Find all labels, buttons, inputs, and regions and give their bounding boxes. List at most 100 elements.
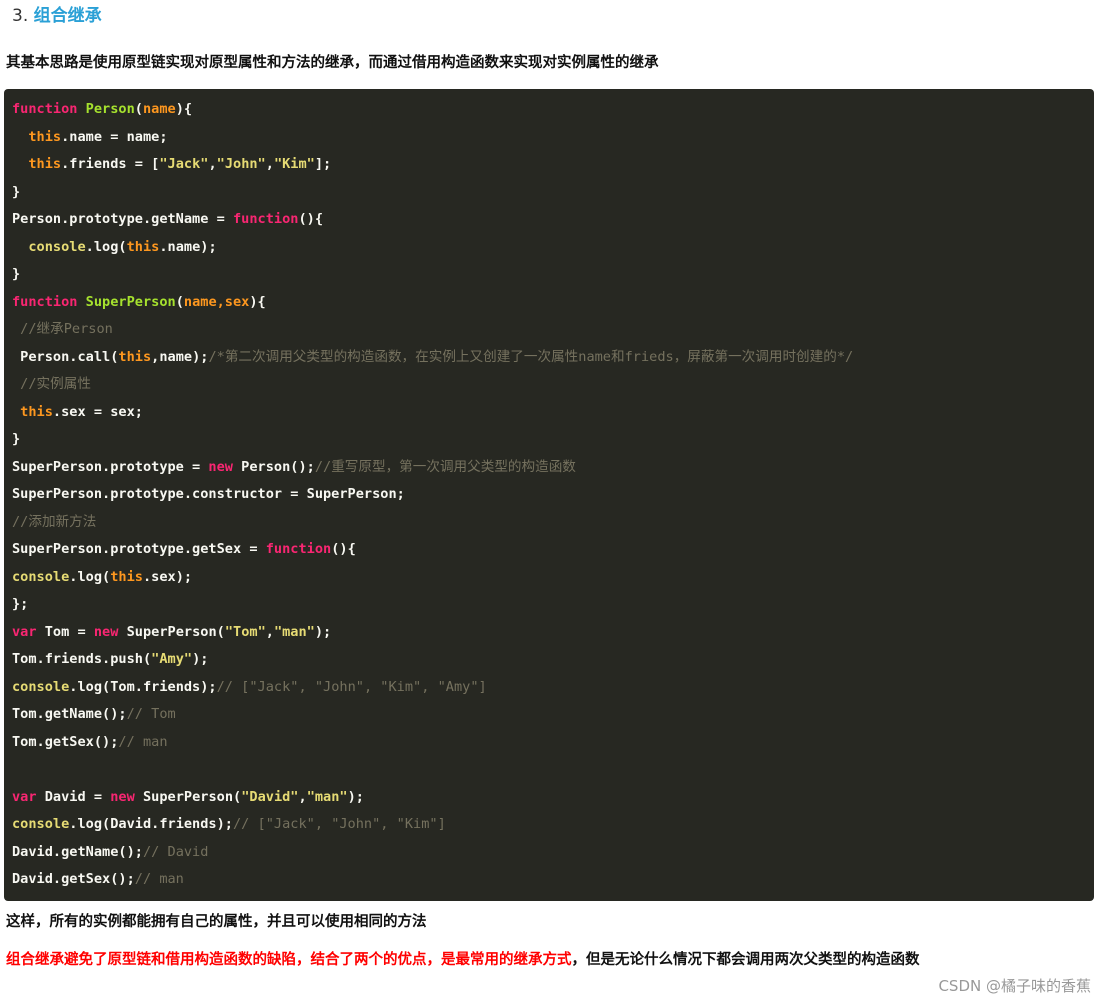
code-token: // ["Jack", "John", "Kim"]: [232, 816, 446, 832]
code-token: function: [265, 541, 332, 557]
code-line: David.getSex();// man: [12, 866, 184, 894]
code-token: );: [347, 788, 364, 805]
code-line: Tom.friends.push("Amy");: [12, 646, 208, 674]
code-token: }: [12, 266, 21, 282]
code-line: var Tom = new SuperPerson("Tom","man");: [12, 619, 331, 647]
code-token: .log(: [69, 568, 111, 585]
code-line: }: [12, 426, 20, 454]
code-token: ,: [265, 156, 274, 172]
code-token: this: [28, 156, 62, 172]
code-token: (: [134, 101, 143, 117]
code-token: (){: [298, 211, 324, 227]
code-token: "David": [241, 788, 299, 805]
code-token: console: [12, 678, 70, 695]
watermark: CSDN @橘子味的香蕉: [938, 977, 1091, 995]
code-line: Tom.getName();// Tom: [12, 701, 176, 729]
code-token: SuperPerson.prototype =: [12, 458, 209, 475]
code-line: SuperPerson.prototype = new Person();//重…: [12, 454, 576, 482]
summary-paragraph: 这样，所有的实例都能拥有自己的属性，并且可以使用相同的方法: [6, 914, 427, 930]
code-token: "man": [306, 788, 348, 805]
code-token: ,name);: [151, 348, 209, 365]
code-line: var David = new SuperPerson("David","man…: [12, 784, 364, 812]
code-line: }: [12, 261, 20, 289]
code-line: this.name = name;: [12, 124, 168, 152]
code-token: //添加新方法: [12, 513, 97, 530]
code-line: //实例属性: [12, 371, 91, 399]
code-token: ){: [249, 293, 266, 310]
code-token: .name);: [159, 238, 217, 255]
code-line: this.sex = sex;: [12, 399, 143, 427]
code-token: SuperPerson: [85, 293, 176, 310]
code-token: SuperPerson.prototype.constructor = Supe…: [12, 486, 405, 502]
code-token: "Jack": [159, 156, 209, 172]
code-token: }: [12, 431, 21, 447]
code-token: David =: [36, 788, 111, 805]
code-block: function Person(name){ this.name = name;…: [4, 89, 1094, 901]
code-line: Tom.getSex();// man: [12, 729, 168, 757]
code-token: .log(Tom.friends);: [69, 678, 217, 695]
code-token: this: [118, 348, 152, 365]
code-token: name,sex: [183, 293, 250, 310]
code-token: ,: [298, 788, 307, 805]
code-token: // Tom: [126, 706, 176, 722]
code-token: console: [28, 238, 86, 255]
code-line: //添加新方法: [12, 509, 96, 537]
code-token: ];: [314, 156, 332, 172]
code-token: ,: [208, 156, 217, 172]
code-token: console: [12, 816, 70, 832]
code-token: David.getSex();: [12, 871, 135, 887]
code-line: function SuperPerson(name,sex){: [12, 289, 266, 317]
code-line: this.friends = ["Jack","John","Kim"];: [12, 151, 331, 179]
code-token: function: [12, 293, 86, 310]
code-token: //继承Person: [12, 321, 113, 337]
code-token: .log(: [85, 238, 127, 255]
code-token: SuperPerson(: [134, 788, 242, 805]
section-heading: 3. 组合继承: [12, 4, 102, 28]
code-token: "Kim": [273, 156, 315, 172]
section-title: 组合继承: [33, 6, 102, 26]
code-token: );: [314, 623, 332, 640]
code-token: SuperPerson(: [118, 623, 225, 640]
code-token: //实例属性: [12, 376, 91, 392]
code-line: console.log(Tom.friends);// ["Jack", "Jo…: [12, 674, 487, 702]
code-token: function: [232, 211, 299, 227]
code-line: Person.call(this,name);/*第二次调用父类型的构造函数，在…: [12, 344, 853, 372]
code-token: Person.prototype.getName =: [12, 211, 233, 227]
code-token: "John": [216, 156, 266, 172]
code-line: //继承Person: [12, 316, 113, 344]
conclusion-paragraph: 组合继承避免了原型链和借用构造函数的缺陷，结合了两个的优点，是最常用的继承方式，…: [6, 944, 1101, 977]
code-token: ,: [265, 623, 274, 640]
code-token: );: [192, 651, 209, 667]
code-token: .name = name;: [61, 128, 168, 145]
code-token: SuperPerson.prototype.getSex =: [12, 541, 266, 557]
code-token: Tom =: [36, 623, 94, 640]
code-token: Tom.getSex();: [12, 733, 119, 750]
code-line: console.log(this.sex);: [12, 564, 192, 592]
code-line: SuperPerson.prototype.constructor = Supe…: [12, 481, 405, 509]
code-token: }: [12, 183, 21, 200]
code-token: .sex = sex;: [52, 403, 143, 420]
code-line: };: [12, 591, 28, 619]
code-line: }: [12, 179, 20, 207]
code-token: var: [12, 623, 37, 640]
code-token: // ["Jack", "John", "Kim", "Amy"]: [216, 678, 487, 695]
code-token: //重写原型，第一次调用父类型的构造函数: [314, 458, 576, 475]
code-token: Person.call(: [12, 348, 119, 365]
code-token: David.getName();: [12, 843, 143, 860]
code-token: Tom.friends.push(: [12, 651, 152, 667]
code-token: console: [12, 568, 70, 585]
code-token: this: [12, 403, 53, 420]
code-token: function: [12, 101, 86, 117]
conclusion-highlight: 组合继承避免了原型链和借用构造函数的缺陷，结合了两个的优点，是最常用的继承方式: [6, 952, 572, 968]
code-line: SuperPerson.prototype.getSex = function(…: [12, 536, 356, 564]
code-token: var: [12, 788, 37, 805]
code-token: this: [28, 128, 62, 145]
code-token: (){: [331, 541, 356, 557]
code-token: "Amy": [151, 651, 193, 667]
code-token: .sex);: [142, 568, 193, 585]
conclusion-rest: ，但是无论什么情况下都会调用两次父类型的构造函数: [571, 952, 920, 968]
code-token: new: [110, 788, 135, 805]
